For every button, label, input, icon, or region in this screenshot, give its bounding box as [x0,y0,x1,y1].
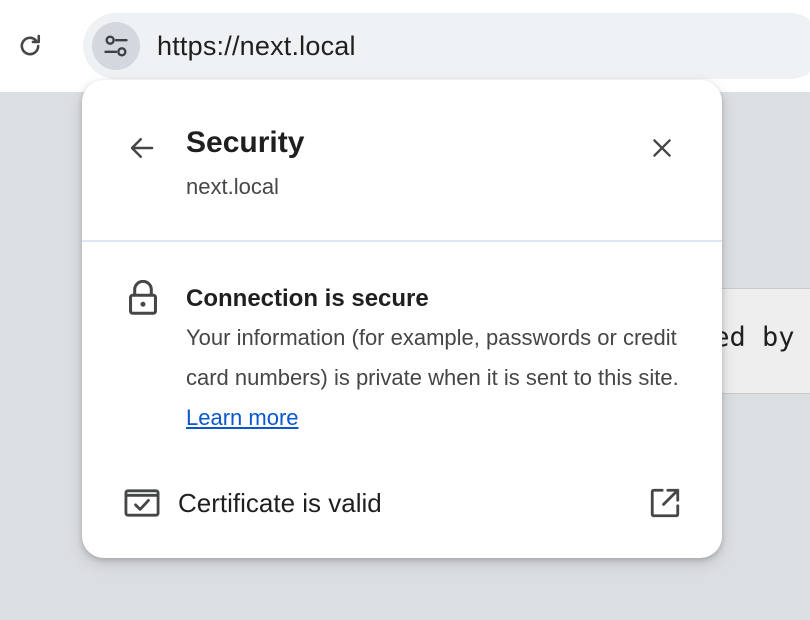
security-popup: Security next.local Connection is secure… [82,80,722,558]
arrow-left-icon [130,138,154,158]
close-icon [653,139,671,157]
tune-icon [104,35,128,57]
connection-description: Your information (for example, passwords… [186,318,696,438]
reload-icon [20,34,41,56]
popup-title: Security [186,126,305,159]
divider [82,240,722,242]
popup-domain: next.local [186,174,279,199]
connection-description-text: Your information (for example, passwords… [186,325,679,390]
reload-button[interactable] [14,30,46,62]
certificate-row[interactable]: Certificate is valid [122,480,692,526]
close-button[interactable] [642,130,682,166]
address-bar[interactable]: https://next.local [83,13,810,79]
certificate-label: Certificate is valid [178,488,382,518]
connection-title: Connection is secure [186,285,429,312]
open-in-new-icon[interactable] [648,486,682,520]
learn-more-link[interactable]: Learn more [186,405,299,430]
certificate-icon [124,489,160,517]
lock-icon [129,280,157,315]
url-text[interactable]: https://next.local [157,31,356,62]
back-button[interactable] [122,130,162,166]
site-info-button[interactable] [92,22,140,70]
